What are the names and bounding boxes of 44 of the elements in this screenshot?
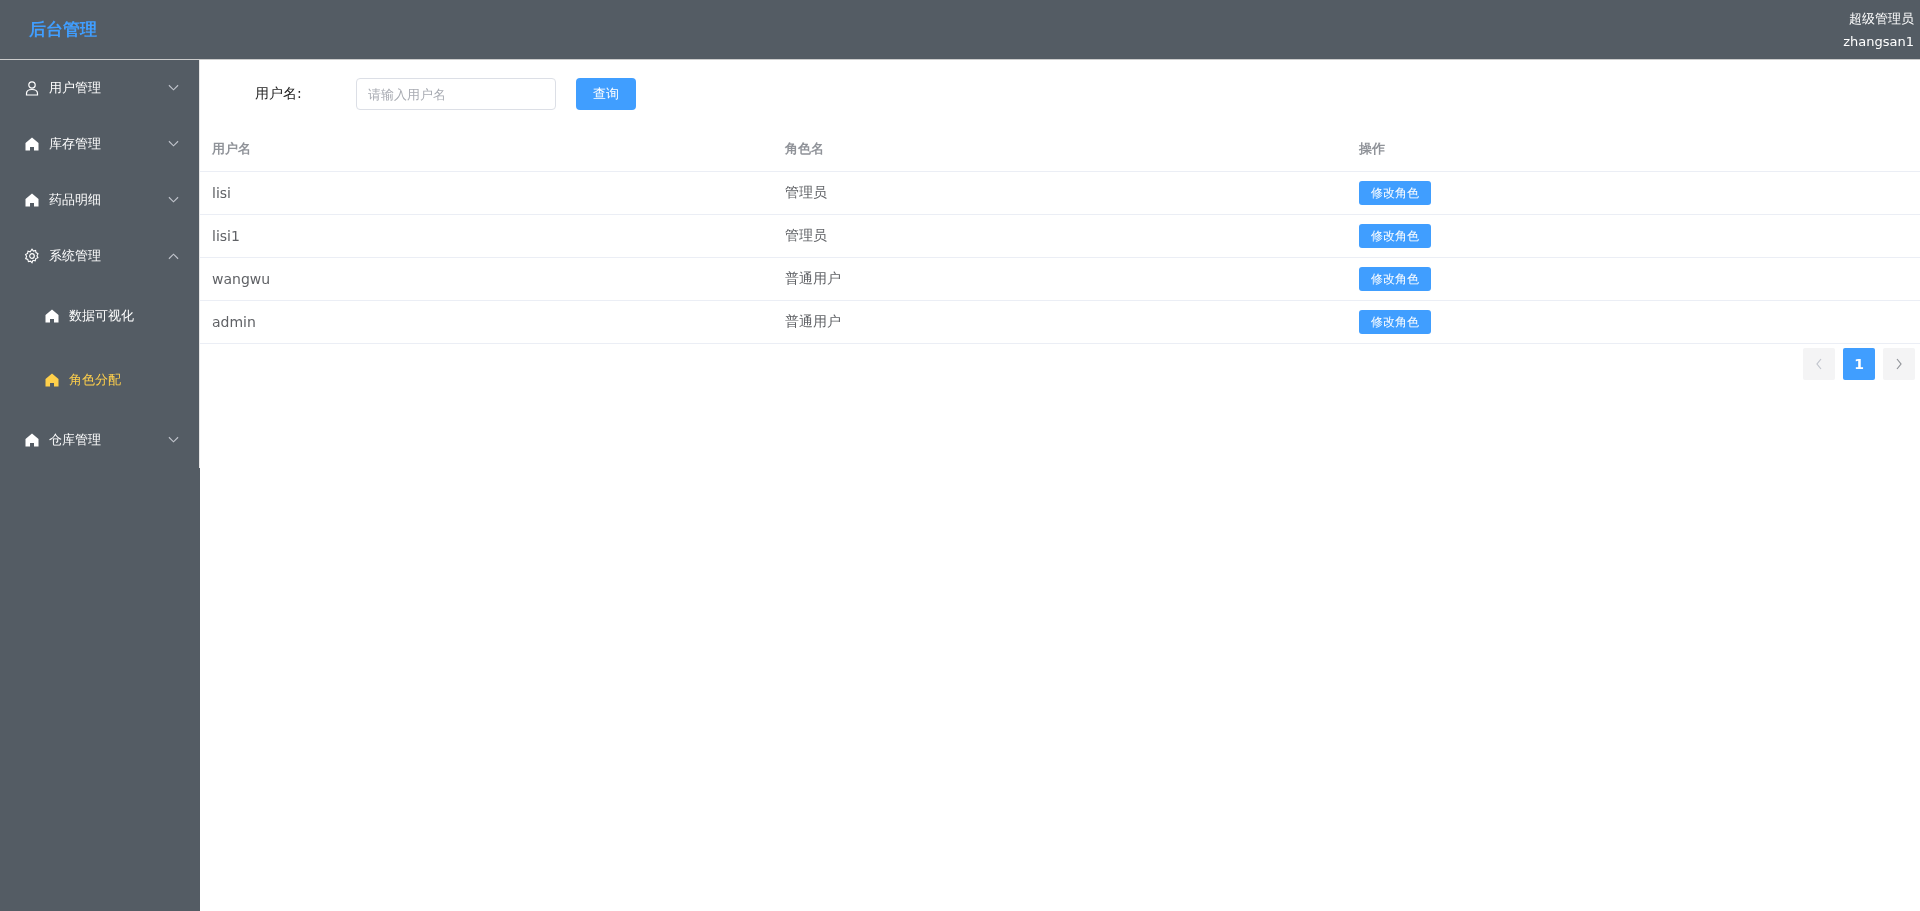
menu-item[interactable]: 用户管理 [0,60,199,116]
table-cell: 普通用户 [785,270,842,286]
chevron-up-icon [168,252,179,260]
submenu-item[interactable]: 数据可视化 [0,284,199,348]
query-button[interactable]: 查询 [576,78,636,110]
next-page-button[interactable] [1883,348,1915,380]
chevron-right-icon [1895,358,1903,370]
house-icon [24,136,40,152]
chevron-down-icon [168,84,179,92]
menu-item[interactable]: 药品明细 [0,172,199,228]
edit-role-button[interactable]: 修改角色 [1358,310,1431,334]
edit-role-button[interactable]: 修改角色 [1358,181,1431,205]
chevron-down-icon [168,196,179,204]
column-header: 操作 [1346,127,1920,172]
settings-icon [24,248,40,264]
chevron-down-icon [168,140,179,148]
username-input[interactable]: 请输入用户名 [356,78,556,110]
menu-item[interactable]: 仓库管理 [0,412,199,468]
table-cell: lisi1 [212,228,240,244]
edit-role-button[interactable]: 修改角色 [1358,267,1431,291]
submenu-item[interactable]: 角色分配 [0,348,199,412]
column-header: 用户名 [200,127,774,172]
table-cell: lisi [212,185,231,201]
column-header: 角色名 [773,127,1347,172]
user-name: zhangsan1 [1843,34,1914,49]
chevron-down-icon [168,436,179,444]
chevron-left-icon [1815,358,1823,370]
user-icon [24,80,40,96]
table-cell: admin [212,314,256,330]
table-cell: 普通用户 [785,313,842,329]
page-button[interactable]: 1 [1843,348,1875,380]
user-role: 超级管理员 [1849,10,1914,28]
search-label: 用户名: [255,85,303,103]
menu-item[interactable]: 系统管理 [0,228,199,284]
house-icon [44,308,60,324]
house-icon [44,372,60,388]
menu-item[interactable]: 库存管理 [0,116,199,172]
table-cell: wangwu [212,271,271,287]
app-logo: 后台管理 [29,18,97,41]
house-icon [24,432,40,448]
house-icon [24,192,40,208]
edit-role-button[interactable]: 修改角色 [1358,224,1431,248]
table-cell: 管理员 [785,184,828,200]
table-cell: 管理员 [785,227,828,243]
